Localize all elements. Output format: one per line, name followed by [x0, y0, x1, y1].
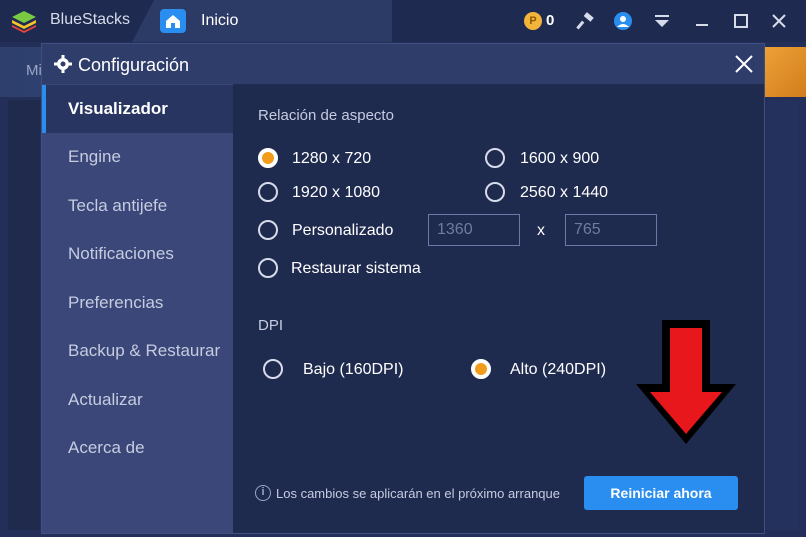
- coin-count: 0: [546, 12, 555, 29]
- dialog-title: Configuración: [78, 55, 190, 75]
- settings-sidebar: Visualizador Engine Tecla antijefe Notif…: [42, 84, 233, 533]
- size-separator: x: [537, 222, 545, 239]
- app-name: BlueStacks: [50, 11, 131, 28]
- option-label: 2560 x 1440: [520, 184, 609, 201]
- dpi-title: DPI: [258, 317, 284, 334]
- sidebar-item-tecla-antijefe[interactable]: Tecla antijefe: [42, 182, 233, 230]
- sidebar-item-label: Tecla antijefe: [68, 196, 168, 215]
- coin-icon[interactable]: P: [524, 12, 542, 30]
- custom-width-input[interactable]: [428, 214, 520, 246]
- close-window-icon[interactable]: [769, 11, 789, 31]
- radio-1920x1080[interactable]: [258, 182, 278, 202]
- hammer-icon[interactable]: [576, 11, 596, 31]
- maximize-icon[interactable]: [731, 11, 751, 31]
- close-icon[interactable]: [733, 53, 755, 75]
- option-label: 1920 x 1080: [292, 184, 381, 201]
- sidebar-item-engine[interactable]: Engine: [42, 133, 233, 181]
- sidebar-item-label: Preferencias: [68, 293, 164, 312]
- account-icon[interactable]: [613, 11, 633, 31]
- restart-notice: Los cambios se aplicarán en el próximo a…: [276, 486, 560, 501]
- radio-2560x1440[interactable]: [485, 182, 505, 202]
- radio-dpi-alto[interactable]: [471, 359, 491, 379]
- tab-label: Inicio: [201, 12, 239, 29]
- minimize-icon[interactable]: [692, 11, 712, 31]
- sidebar-item-label: Engine: [68, 147, 121, 166]
- sidebar-item-preferencias[interactable]: Preferencias: [42, 279, 233, 327]
- sidebar-item-actualizar[interactable]: Actualizar: [42, 376, 233, 424]
- info-icon: i: [255, 485, 271, 501]
- sidebar-item-label: Actualizar: [68, 390, 143, 409]
- settings-dialog: Configuración Visualizador Engine Tecla …: [41, 43, 765, 534]
- red-arrow-icon: [636, 320, 736, 444]
- gear-icon: [54, 55, 72, 73]
- sidebar-item-label: Backup & Restaurar: [68, 341, 221, 360]
- radio-dpi-bajo[interactable]: [263, 359, 283, 379]
- background-right-panel: [767, 100, 799, 530]
- aspect-ratio-title: Relación de aspecto: [258, 107, 394, 124]
- option-label: Bajo (160DPI): [303, 361, 404, 378]
- sidebar-item-acerca-de[interactable]: Acerca de: [42, 424, 233, 472]
- restart-now-button[interactable]: Reiniciar ahora: [584, 476, 738, 510]
- settings-content: Relación de aspecto 1280 x 720 1600 x 90…: [233, 84, 764, 533]
- radio-restaurar-sistema[interactable]: [258, 258, 278, 278]
- radio-personalizado[interactable]: [258, 220, 278, 240]
- sidebar-item-label: Visualizador: [68, 99, 168, 118]
- sidebar-item-label: Notificaciones: [68, 244, 174, 263]
- sidebar-item-notificaciones[interactable]: Notificaciones: [42, 230, 233, 278]
- bluestacks-logo-icon: [12, 11, 36, 33]
- sidebar-item-visualizador[interactable]: Visualizador: [42, 85, 233, 133]
- sidebar-item-backup[interactable]: Backup & Restaurar: [42, 327, 233, 375]
- option-label: Alto (240DPI): [510, 361, 607, 378]
- radio-1280x720[interactable]: [258, 148, 278, 168]
- radio-1600x900[interactable]: [485, 148, 505, 168]
- option-label: Personalizado: [292, 222, 394, 239]
- option-label: 1600 x 900: [520, 150, 600, 167]
- option-label: Restaurar sistema: [291, 260, 421, 277]
- menu-icon[interactable]: [652, 11, 672, 31]
- custom-height-input[interactable]: [565, 214, 657, 246]
- sidebar-item-label: Acerca de: [68, 438, 145, 457]
- background-left-panel: [8, 100, 40, 530]
- home-icon: [160, 9, 186, 33]
- option-label: 1280 x 720: [292, 150, 372, 167]
- background-banner-text: Mi: [26, 62, 42, 79]
